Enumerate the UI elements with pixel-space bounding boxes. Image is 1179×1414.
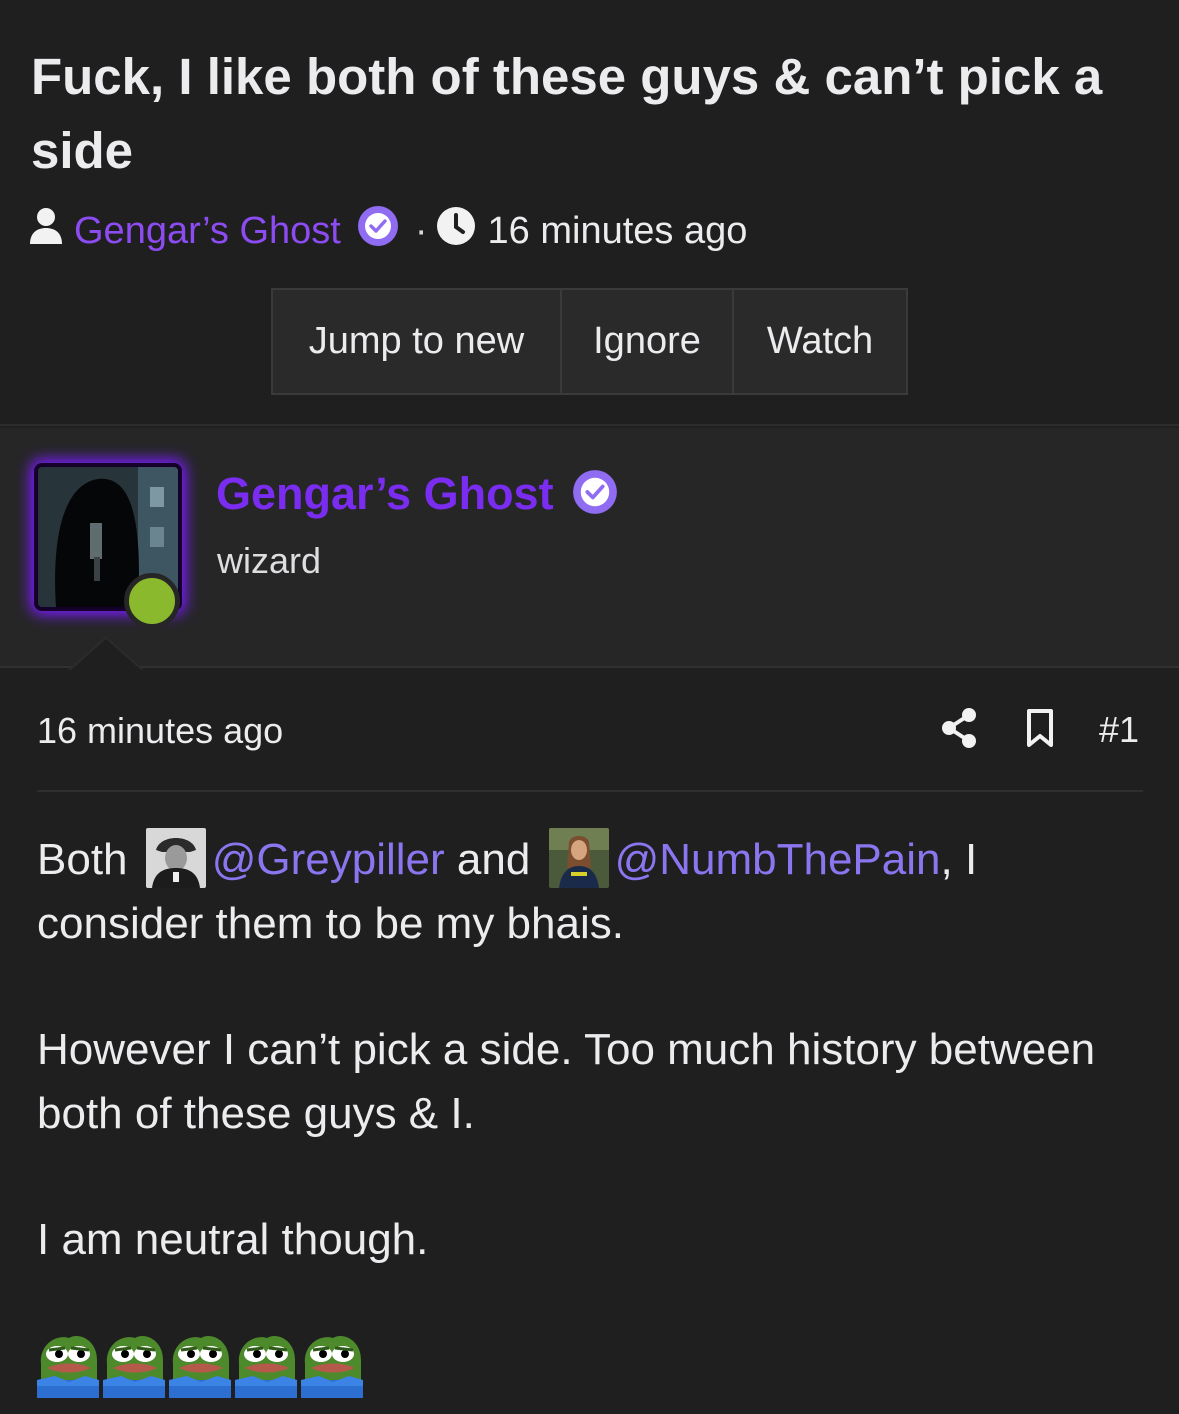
bookmark-icon[interactable] [1025, 708, 1055, 753]
thread-action-buttons: Jump to new Ignore Watch [271, 288, 908, 395]
verified-badge-icon [572, 469, 618, 520]
pepe-emoji [101, 1330, 167, 1400]
thread-time: 16 minutes ago [487, 209, 748, 252]
post-text: Both [37, 835, 128, 884]
post-actions: #1 [941, 707, 1139, 753]
watch-button[interactable]: Watch [734, 290, 906, 393]
post-body: Both @Greypiller and @NumbThePain, I con… [37, 828, 1147, 1334]
user-title: wizard [217, 540, 322, 581]
mention-avatar [548, 828, 609, 888]
share-icon[interactable] [941, 707, 977, 753]
thread-title: Fuck, I like both of these guys & can’t … [31, 48, 1103, 179]
post-pointer-inner [70, 639, 142, 671]
post-time[interactable]: 16 minutes ago [37, 710, 283, 752]
meta-separator: · [414, 209, 428, 252]
thread-author-link[interactable]: Gengar’s Ghost [74, 210, 341, 253]
verified-badge-icon [357, 205, 399, 257]
ignore-button[interactable]: Ignore [562, 290, 734, 393]
mention-avatar [145, 828, 206, 888]
online-status-indicator [124, 573, 180, 629]
post-text: and [456, 835, 531, 884]
pepe-emoji [35, 1330, 101, 1400]
user-icon [28, 206, 64, 256]
clock-icon [436, 206, 476, 256]
post-user-block: Gengar’s Ghost wizard [0, 428, 1179, 668]
thread-meta: Gengar’s Ghost · 16 minutes ago [28, 206, 747, 256]
post-username: Gengar’s Ghost [216, 468, 618, 520]
thread-header: Fuck, I like both of these guys & can’t … [0, 0, 1179, 426]
post-paragraph: However I can’t pick a side. Too much hi… [37, 1025, 1096, 1138]
post-number[interactable]: #1 [1099, 709, 1139, 751]
pepe-emoji [233, 1330, 299, 1400]
post-author-link[interactable]: Gengar’s Ghost [216, 468, 554, 520]
pepe-emoji [299, 1330, 365, 1400]
mention-link-numbthepain[interactable]: @NumbThePain [615, 835, 941, 884]
pepe-emoji-row [35, 1330, 365, 1400]
post-paragraph: Both @Greypiller and @NumbThePain, I con… [37, 828, 1147, 956]
jump-to-new-button[interactable]: Jump to new [273, 290, 562, 393]
pepe-emoji [167, 1330, 233, 1400]
post-meta: 16 minutes ago #1 [37, 707, 1143, 792]
post-paragraph: I am neutral though. [37, 1215, 429, 1264]
mention-link-greypiller[interactable]: @Greypiller [212, 835, 445, 884]
